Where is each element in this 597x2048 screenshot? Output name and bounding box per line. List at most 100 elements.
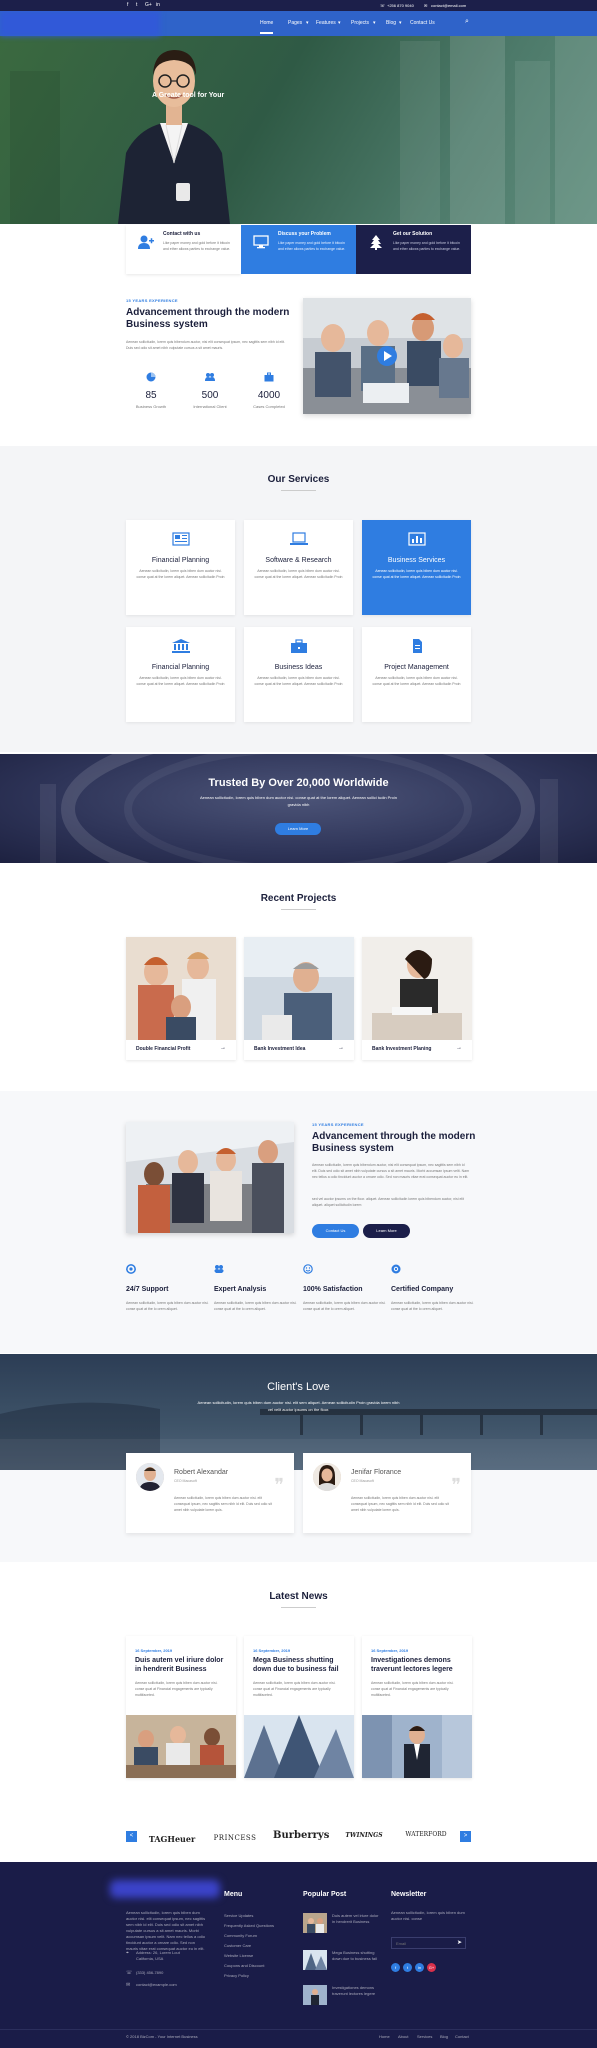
feature-title: Get our Solution — [393, 231, 433, 237]
arrow-right-icon[interactable]: → — [220, 1045, 226, 1051]
facebook-icon[interactable]: f — [127, 2, 128, 8]
service-title: Business Ideas — [274, 664, 323, 671]
service-text: Aenean sollicitudin, lorem quis biben du… — [254, 676, 343, 686]
service-text: Aenean sollicitudin, lorem quis biben du… — [372, 676, 461, 686]
news-title[interactable]: Mega Business shutting down due to busin… — [253, 1656, 345, 1674]
footer-popular-title: Popular Post — [303, 1891, 347, 1898]
nav-home[interactable]: Home — [260, 20, 274, 34]
service-card[interactable]: Financial Planning Aenean sollicitudin, … — [126, 627, 235, 722]
footer-bottom-link[interactable]: Contact — [455, 2034, 469, 2039]
service-title: Business Services — [387, 557, 446, 564]
news-title[interactable]: Investigationes demons traverunt lectore… — [371, 1656, 463, 1674]
brands-next-button[interactable]: > — [460, 1831, 471, 1842]
twitter-icon[interactable]: t — [136, 2, 137, 8]
footer-menu-title: Menu — [224, 1891, 243, 1898]
post-thumbnail[interactable] — [303, 1985, 327, 2005]
popular-post-title[interactable]: Mega Business shutting down due to busin… — [332, 1950, 380, 1962]
footer-bottom-link[interactable]: Blog — [440, 2034, 448, 2039]
google-plus-icon[interactable]: G+ — [427, 1963, 436, 1972]
stat-value: 500 — [201, 390, 219, 401]
footer-link[interactable]: Service Updates — [224, 1913, 253, 1918]
news-excerpt: Aenean sollicitudin, lorem quis biben du… — [253, 1681, 336, 1697]
testimonial-card: Jenifar Florance CEO Macasoft Aenean sol… — [303, 1453, 471, 1533]
learn-more-button[interactable]: Learn More — [275, 823, 321, 835]
linkedin-icon[interactable]: in — [415, 1963, 424, 1972]
lifebuoy-icon — [126, 1264, 136, 1274]
avatar — [136, 1463, 164, 1491]
feature-text: Like paper money and gold before it bitc… — [393, 241, 461, 251]
brands-prev-button[interactable]: < — [126, 1831, 137, 1842]
footer-bottom-link[interactable]: Services — [417, 2034, 432, 2039]
clients-text: Aenean sollicitudin, lorem quis biben du… — [197, 1400, 400, 1412]
arrow-right-icon[interactable]: → — [338, 1045, 344, 1051]
experience-eyebrow: 15 YEARS EXPERIENCE — [312, 1122, 364, 1127]
nav-pages[interactable]: Pages — [288, 20, 302, 26]
nav-blog[interactable]: Blog — [386, 20, 396, 26]
bank-icon — [171, 639, 190, 653]
clients-title: Client's Love — [267, 1381, 330, 1393]
about-video-thumbnail[interactable] — [303, 298, 471, 414]
client-role: CEO Macasoft — [174, 1479, 197, 1483]
service-text: Aenean sollicitudin, lorem quis biben du… — [254, 569, 343, 579]
google-plus-icon[interactable]: G+ — [145, 2, 152, 8]
arrow-right-icon[interactable]: → — [456, 1045, 462, 1051]
project-caption: Bank Investment Planing — [372, 1046, 432, 1052]
footer-link[interactable]: Privacy Policy — [224, 1973, 249, 1978]
service-card[interactable]: Financial Planning Aenean sollicitudin, … — [126, 520, 235, 615]
feature-box-solution[interactable]: Get our Solution Like paper money and go… — [356, 225, 471, 274]
service-card[interactable]: Software & Research Aenean sollicitudin,… — [244, 520, 353, 615]
news-image — [362, 1715, 472, 1778]
popular-post-title[interactable]: Duis autem vel iriure dolor in hendrerit… — [332, 1913, 380, 1925]
post-thumbnail[interactable] — [303, 1913, 327, 1933]
news-title: Latest News — [269, 1591, 328, 1602]
twitter-icon[interactable]: t — [403, 1963, 412, 1972]
nav-features[interactable]: Features — [316, 20, 336, 26]
news-date: 16 September, 2019 — [135, 1648, 173, 1653]
briefcase-icon — [264, 372, 274, 382]
clients-bottom-bg — [0, 1470, 597, 1562]
news-card[interactable]: 16 September, 2019 Investigationes demon… — [362, 1636, 472, 1778]
trust-text: Aenean sollicitudin, lorem quis biben du… — [200, 795, 398, 807]
post-thumbnail[interactable] — [303, 1950, 327, 1970]
footer-link[interactable]: Community Forum — [224, 1933, 257, 1938]
project-card[interactable]: Bank Investment Idea → — [244, 937, 354, 1060]
contact-us-button[interactable]: Contact Us — [312, 1224, 359, 1238]
service-card[interactable]: Business Ideas Aenean sollicitudin, lore… — [244, 627, 353, 722]
service-card[interactable]: Project Management Aenean sollicitudin, … — [362, 627, 471, 722]
brand-logo: TWININGS — [345, 1832, 383, 1839]
search-icon[interactable]: ⌕ — [465, 18, 469, 26]
project-card[interactable]: Double Financial Profit → — [126, 937, 236, 1060]
newsletter-email-input[interactable] — [391, 1937, 466, 1949]
about-title-line: Business system — [126, 319, 208, 330]
footer-link[interactable]: Customer Care — [224, 1943, 251, 1948]
footer-bottom-link[interactable]: Home — [379, 2034, 390, 2039]
feature-box-contact[interactable]: Contact with us Like paper money and gol… — [126, 225, 241, 274]
footer-link[interactable]: Coupons and Discount — [224, 1963, 264, 1968]
linkedin-icon[interactable]: in — [156, 2, 160, 8]
service-card-active[interactable]: Business Services Aenean sollicitudin, l… — [362, 520, 471, 615]
feature-box-discuss[interactable]: Discuss your Problem Like paper money an… — [241, 225, 356, 274]
footer-bottom-link[interactable]: About — [398, 2034, 408, 2039]
project-card[interactable]: Bank Investment Planing → — [362, 937, 472, 1060]
popular-post-title[interactable]: Investigationes demons traverunt lectore… — [332, 1985, 384, 1997]
nav-contact[interactable]: Contact Us — [410, 20, 435, 26]
footer-link[interactable]: Frequently Asked Questions — [224, 1923, 274, 1928]
footer-address: Address: 26, Lorem Lout California, USA — [136, 1950, 180, 1961]
footer-logo[interactable] — [110, 1880, 220, 1898]
news-card[interactable]: 16 September, 2019 Duis autem vel iriure… — [126, 1636, 236, 1778]
news-card[interactable]: 16 September, 2019 Mega Business shuttin… — [244, 1636, 354, 1778]
experience-section — [0, 1091, 597, 1353]
facebook-icon[interactable]: f — [391, 1963, 400, 1972]
news-title[interactable]: Duis autem vel iriure dolor in hendrerit… — [135, 1656, 227, 1674]
experience-title-line: Business system — [312, 1143, 394, 1154]
stat-value: 4000 — [257, 390, 281, 401]
topbar-phone: +256 870 9040 — [387, 3, 414, 8]
tree-icon — [370, 235, 382, 250]
send-icon[interactable]: ➤ — [457, 1939, 462, 1946]
nav-projects[interactable]: Projects — [351, 20, 369, 26]
footer-email[interactable]: contact@example.com — [136, 1982, 177, 1988]
team-meeting-image — [126, 1122, 294, 1233]
footer-link[interactable]: Website License — [224, 1953, 253, 1958]
learn-more-button[interactable]: Learn More — [363, 1224, 410, 1238]
topbar-email[interactable]: contact@email.com — [431, 3, 466, 8]
